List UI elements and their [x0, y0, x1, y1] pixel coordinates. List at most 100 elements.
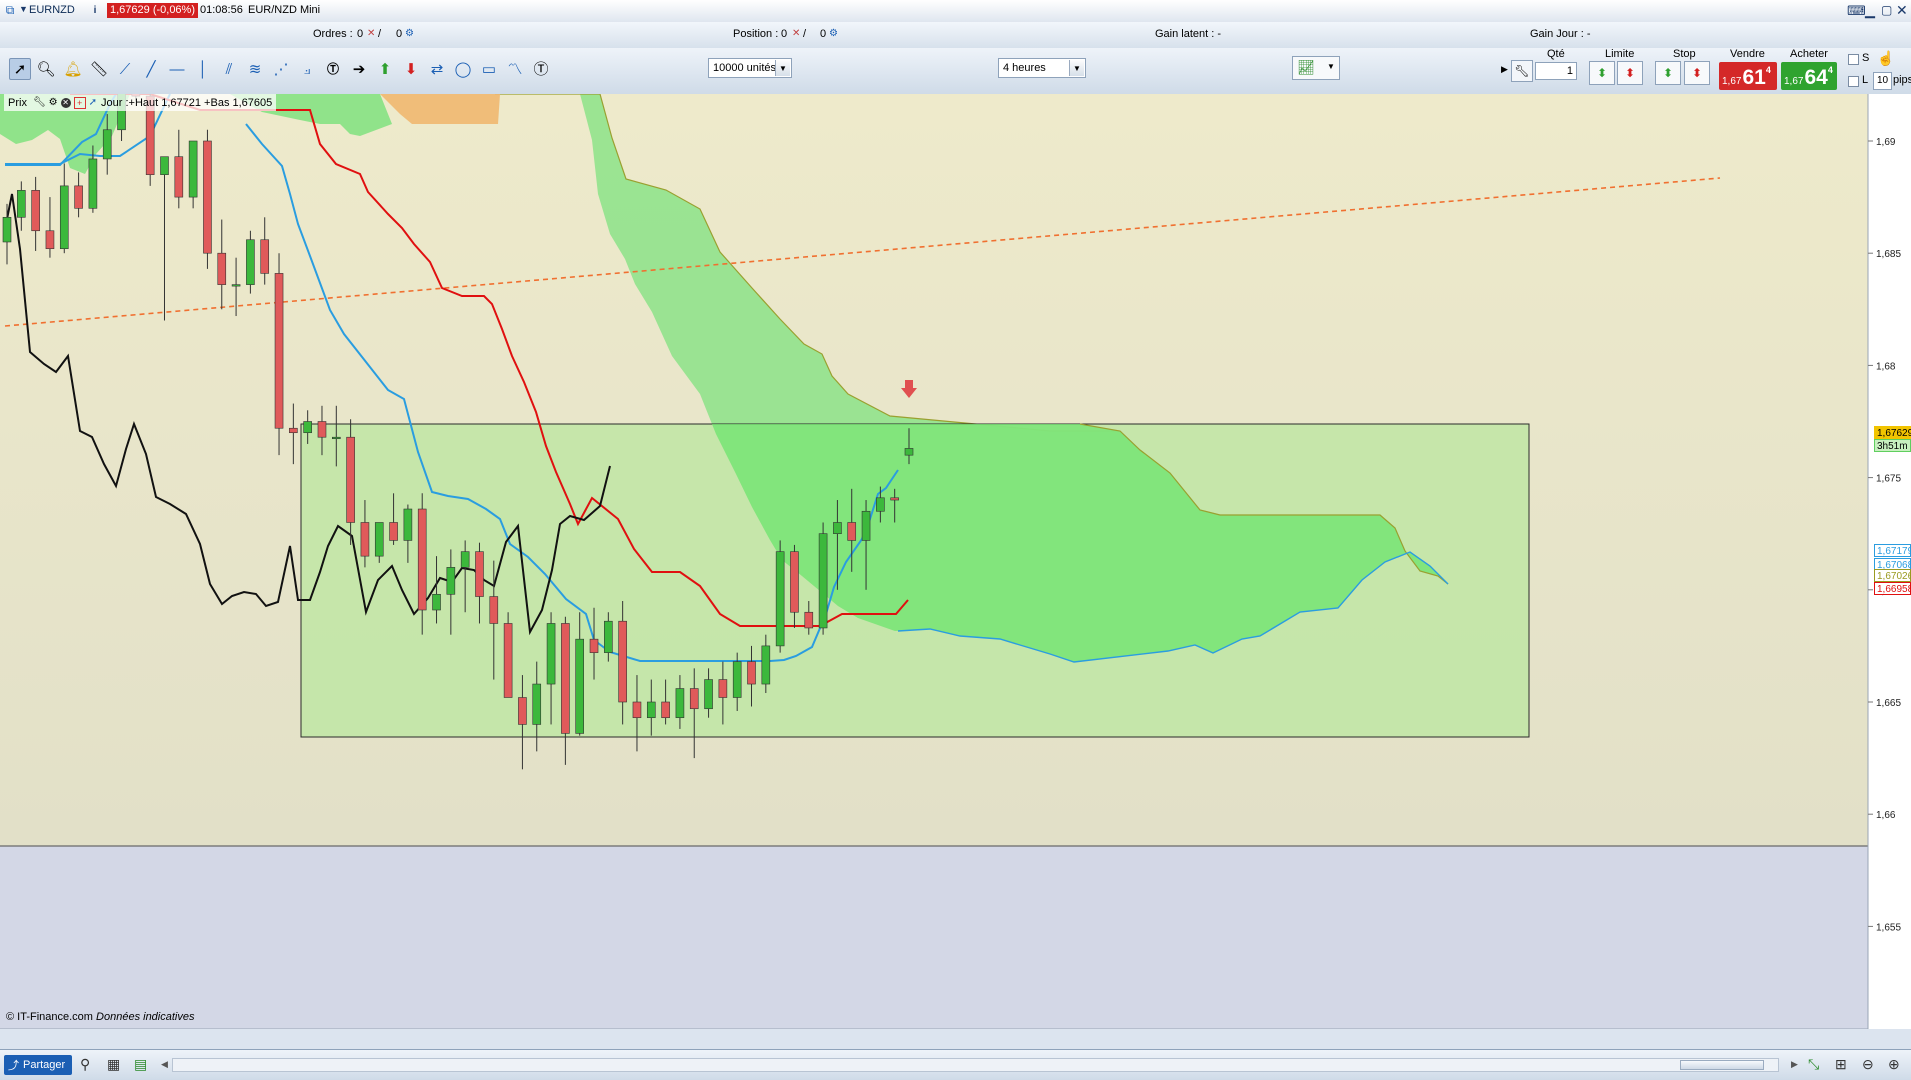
pips-label: pips [1893, 74, 1911, 86]
annotation-tool-icon[interactable]: Ⓣ [530, 58, 552, 80]
orders-link-icon[interactable]: ⚙ [405, 28, 414, 39]
chevron-down-icon[interactable]: ▼ [1069, 60, 1084, 76]
chart-style-button[interactable]: 📈︎ ▼ [1292, 56, 1340, 80]
zoom-tool-icon[interactable]: 🔍︎ [35, 58, 57, 80]
fibonacci-tool-icon[interactable]: ≋ [244, 58, 266, 80]
l-checkbox[interactable] [1848, 76, 1859, 87]
buy-button[interactable]: 1,67 64 4 [1781, 62, 1837, 90]
alert-bell-icon[interactable]: 🔔︎ [62, 58, 84, 80]
horizontal-scrollbar[interactable] [172, 1058, 1779, 1072]
candle-body [489, 596, 499, 624]
y-tick-label: 1,665 [1876, 698, 1901, 709]
pitchfork-tool-icon[interactable]: ⋰ [270, 58, 292, 80]
scroll-right-icon[interactable]: ▶ [1791, 1059, 1798, 1070]
segment-tool-icon[interactable]: ⟋ [114, 58, 136, 80]
zoom-out-icon[interactable]: ⊖ [1862, 1056, 1874, 1073]
account-info-bar: Ordres : 0 ✕ / 0 ⚙ Position : 0 ✕ / 0 ⚙ … [0, 22, 1911, 49]
price-chart[interactable]: 1,691,6851,681,6751,671,6651,661,655 161… [0, 94, 1911, 1029]
sell-button[interactable]: 1,67 61 4 [1719, 62, 1777, 90]
pips-input[interactable]: 10 [1873, 72, 1892, 90]
close-position-icon[interactable]: ✕ [792, 28, 800, 39]
candle-body [790, 551, 799, 613]
pointer-tool-icon[interactable]: ➚ [9, 58, 31, 80]
grid-icon[interactable]: ▤ [134, 1056, 147, 1073]
wrench-icon[interactable]: 🔧︎ [1511, 60, 1533, 82]
candle-body [747, 661, 756, 685]
chart-legend: Prix 🔧︎ ⚙ ✕ + ➚ Jour :+Haut 1,67721 +Bas… [4, 94, 277, 111]
price-tag: 1,67179 [1874, 544, 1911, 557]
autoscale-icon[interactable]: ⤡ [1808, 1056, 1819, 1073]
gear-icon[interactable]: ⚙ [49, 97, 58, 108]
panel-collapse-icon[interactable]: ▶ [1501, 64, 1508, 75]
limit-sell-icon[interactable]: ⬍ [1617, 61, 1643, 85]
position-count-b: 0 [820, 28, 827, 40]
timeframe-select-value: 4 heures [1003, 62, 1046, 74]
hand-pointer-icon[interactable]: ☝ [1877, 50, 1894, 67]
regression-tool-icon[interactable]: ⟓ [296, 58, 318, 80]
wrench-icon[interactable]: 🔧︎ [33, 97, 46, 108]
close-icon[interactable]: ✕ [60, 97, 71, 108]
orders-count-b: 0 [396, 28, 403, 40]
arrow-down-icon[interactable]: ⬇ [400, 58, 422, 80]
stop-buy-icon[interactable]: ⬍ [1655, 61, 1681, 85]
s-checkbox[interactable] [1848, 54, 1859, 65]
maximize-icon[interactable]: ▢ [1881, 3, 1892, 17]
add-indicator-icon[interactable]: + [73, 96, 86, 109]
y-tick-label: 1,675 [1876, 474, 1901, 485]
candle-body [374, 522, 384, 557]
layout-icon[interactable]: ⚲ [80, 1056, 90, 1073]
minimize-icon[interactable]: ▁ [1865, 3, 1875, 19]
window-link-icon[interactable]: ⧉ [4, 3, 16, 17]
close-icon[interactable]: ✕ [1896, 2, 1908, 19]
units-select[interactable]: 10000 unités ▼ [708, 58, 792, 78]
y-tick-label: 1,66 [1876, 810, 1896, 821]
scroll-left-icon[interactable]: ◀ [161, 1059, 168, 1070]
text-tool-icon[interactable]: Ⓣ [322, 58, 344, 80]
info-icon[interactable]: i [89, 4, 101, 17]
share-button[interactable]: ⤴ Partager [4, 1055, 72, 1075]
chevron-down-icon[interactable]: ▼ [775, 60, 790, 76]
channel-tool-icon[interactable]: ⫽ [218, 58, 240, 80]
l-checkbox-label: L [1862, 74, 1869, 86]
candle-body [203, 140, 212, 254]
candle-body [761, 645, 771, 685]
limit-buy-icon[interactable]: ⬍ [1589, 61, 1615, 85]
source-label: © IT-Finance.com [6, 1011, 93, 1023]
y-tick-label: 1,69 [1876, 137, 1896, 148]
calculator-icon[interactable]: ▦ [107, 1056, 120, 1073]
ellipse-tool-icon[interactable]: ◯ [452, 58, 474, 80]
stop-sell-icon[interactable]: ⬍ [1684, 61, 1710, 85]
candle-body [646, 701, 656, 719]
horizontal-line-icon[interactable]: — [166, 58, 188, 80]
bottom-toolbar: ⤴ Partager ⚲ ▦ ▤ ◀ ▶ ⤡ ⊞ ⊖ ⊕ [0, 1049, 1911, 1080]
candlestick-chart-icon: 📈︎ [1297, 59, 1315, 75]
qty-input[interactable] [1535, 62, 1577, 80]
zoom-in-icon[interactable]: ⊕ [1888, 1056, 1900, 1073]
arrow-right-icon[interactable]: ➔ [348, 58, 370, 80]
share-icon: ⤴ [8, 1060, 19, 1072]
arrow-up-icon[interactable]: ⬆ [374, 58, 396, 80]
symbol-label[interactable]: EURNZD [29, 4, 75, 16]
trend-pattern-icon[interactable]: 〽 [504, 58, 526, 80]
symbol-dropdown-icon[interactable]: ▼ [19, 4, 28, 14]
vertical-line-icon[interactable]: │ [192, 58, 214, 80]
candle-body [575, 638, 584, 734]
keyboard-icon[interactable]: ⌨ [1847, 3, 1866, 19]
rectangle-tool-icon[interactable]: ▭ [478, 58, 500, 80]
scrollbar-thumb[interactable] [1680, 1060, 1764, 1070]
cancel-orders-icon[interactable]: ✕ [367, 28, 375, 39]
line-tool-icon[interactable]: ╱ [140, 58, 162, 80]
candle-body [417, 508, 427, 611]
y-tick-label: 1,655 [1876, 922, 1901, 933]
candle-body [847, 522, 857, 541]
candle [775, 540, 785, 653]
timeframe-select[interactable]: 4 heures ▼ [998, 58, 1086, 78]
stop-label: Stop [1673, 48, 1696, 60]
ruler-tool-icon[interactable]: 📏︎ [88, 58, 110, 80]
arrow-indicator-icon[interactable]: ➚ [89, 97, 97, 108]
candle-body [260, 239, 270, 274]
parallel-lines-icon[interactable]: ⇄ [426, 58, 448, 80]
zoom-fit-icon[interactable]: ⊞ [1835, 1056, 1847, 1073]
position-link-icon[interactable]: ⚙ [829, 28, 838, 39]
y-tick-label: 1,685 [1876, 249, 1901, 260]
